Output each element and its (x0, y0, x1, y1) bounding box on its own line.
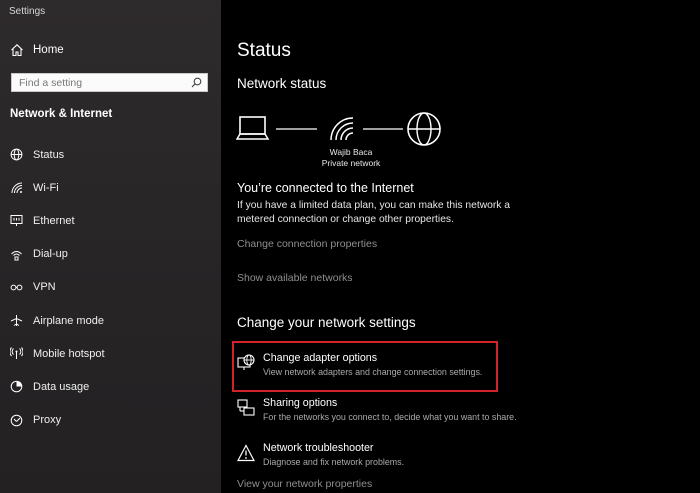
change-adapter-options[interactable]: Change adapter options View network adap… (237, 352, 482, 378)
option-title: Change adapter options (263, 352, 378, 364)
adapter-icon (237, 354, 255, 370)
page-title: Status (237, 40, 291, 61)
network-info: Wajib Baca Private network (311, 147, 391, 169)
sidebar-item-label: Status (33, 148, 65, 161)
home-icon (11, 44, 23, 57)
main-panel: Status Network status Wajib Baca Private… (221, 0, 700, 493)
sidebar-item-label: Data usage (33, 380, 90, 393)
search-icon[interactable] (191, 77, 202, 88)
view-network-properties-link[interactable]: View your network properties (237, 478, 372, 490)
home-button[interactable]: Home (10, 41, 64, 59)
sidebar-item-label: Wi-Fi (33, 181, 59, 194)
home-label: Home (33, 44, 64, 56)
sidebar-item-ethernet[interactable]: Ethernet (0, 204, 221, 237)
sidebar-item-vpn[interactable]: VPN (0, 271, 221, 304)
sidebar: Settings Home Network & Internet Status (0, 0, 221, 493)
sidebar-item-airplane-mode[interactable]: Airplane mode (0, 304, 221, 337)
wifi-signal-icon[interactable] (330, 117, 354, 141)
status-icon (10, 148, 23, 161)
sidebar-item-mobile-hotspot[interactable]: Mobile hotspot (0, 337, 221, 370)
network-troubleshooter[interactable]: Network troubleshooter Diagnose and fix … (237, 442, 404, 468)
sharing-options[interactable]: Sharing options For the networks you con… (237, 397, 517, 423)
network-name: Wajib Baca (329, 147, 373, 157)
hotspot-icon (10, 347, 23, 360)
sidebar-item-proxy[interactable]: Proxy (0, 404, 221, 437)
connected-description: If you have a limited data plan, you can… (237, 200, 511, 225)
vpn-icon (10, 284, 23, 291)
warning-icon (237, 444, 255, 462)
sidebar-item-status[interactable]: Status (0, 138, 221, 171)
sidebar-item-label: Dial-up (33, 248, 68, 261)
sidebar-nav: Status Wi-Fi Ethernet Dial-up VPN Airpla… (0, 138, 221, 437)
network-type: Private network (321, 158, 381, 168)
airplane-icon (10, 315, 23, 327)
search-input[interactable] (12, 76, 191, 89)
data-usage-icon (10, 381, 23, 393)
change-connection-properties-link[interactable]: Change connection properties (237, 238, 377, 250)
computer-icon (236, 116, 270, 140)
sidebar-item-label: VPN (33, 281, 56, 294)
sidebar-item-label: Airplane mode (33, 314, 104, 327)
connected-title: You’re connected to the Internet (237, 181, 414, 195)
option-title: Sharing options (263, 397, 338, 409)
proxy-icon (10, 414, 23, 426)
sidebar-item-data-usage[interactable]: Data usage (0, 370, 221, 403)
option-description: View network adapters and change connect… (263, 367, 483, 377)
sidebar-item-wifi[interactable]: Wi-Fi (0, 171, 221, 204)
network-status-heading: Network status (237, 76, 327, 91)
sidebar-item-label: Proxy (33, 414, 62, 427)
option-title: Network troubleshooter (263, 442, 374, 454)
sidebar-item-label: Ethernet (33, 214, 75, 227)
sidebar-item-label: Mobile hotspot (33, 347, 105, 360)
option-description: For the networks you connect to, decide … (263, 412, 517, 422)
option-description: Diagnose and fix network problems. (263, 457, 405, 467)
sharing-icon (237, 399, 255, 416)
globe-icon (407, 112, 441, 146)
wifi-icon (11, 182, 23, 194)
change-settings-heading: Change your network settings (237, 315, 416, 330)
ethernet-icon (10, 215, 23, 227)
search-box[interactable] (11, 73, 208, 92)
dialup-icon (11, 250, 22, 261)
show-available-networks-link[interactable]: Show available networks (237, 272, 353, 284)
sidebar-item-dialup[interactable]: Dial-up (0, 238, 221, 271)
window-title: Settings (9, 6, 46, 17)
section-title: Network & Internet (10, 108, 113, 120)
